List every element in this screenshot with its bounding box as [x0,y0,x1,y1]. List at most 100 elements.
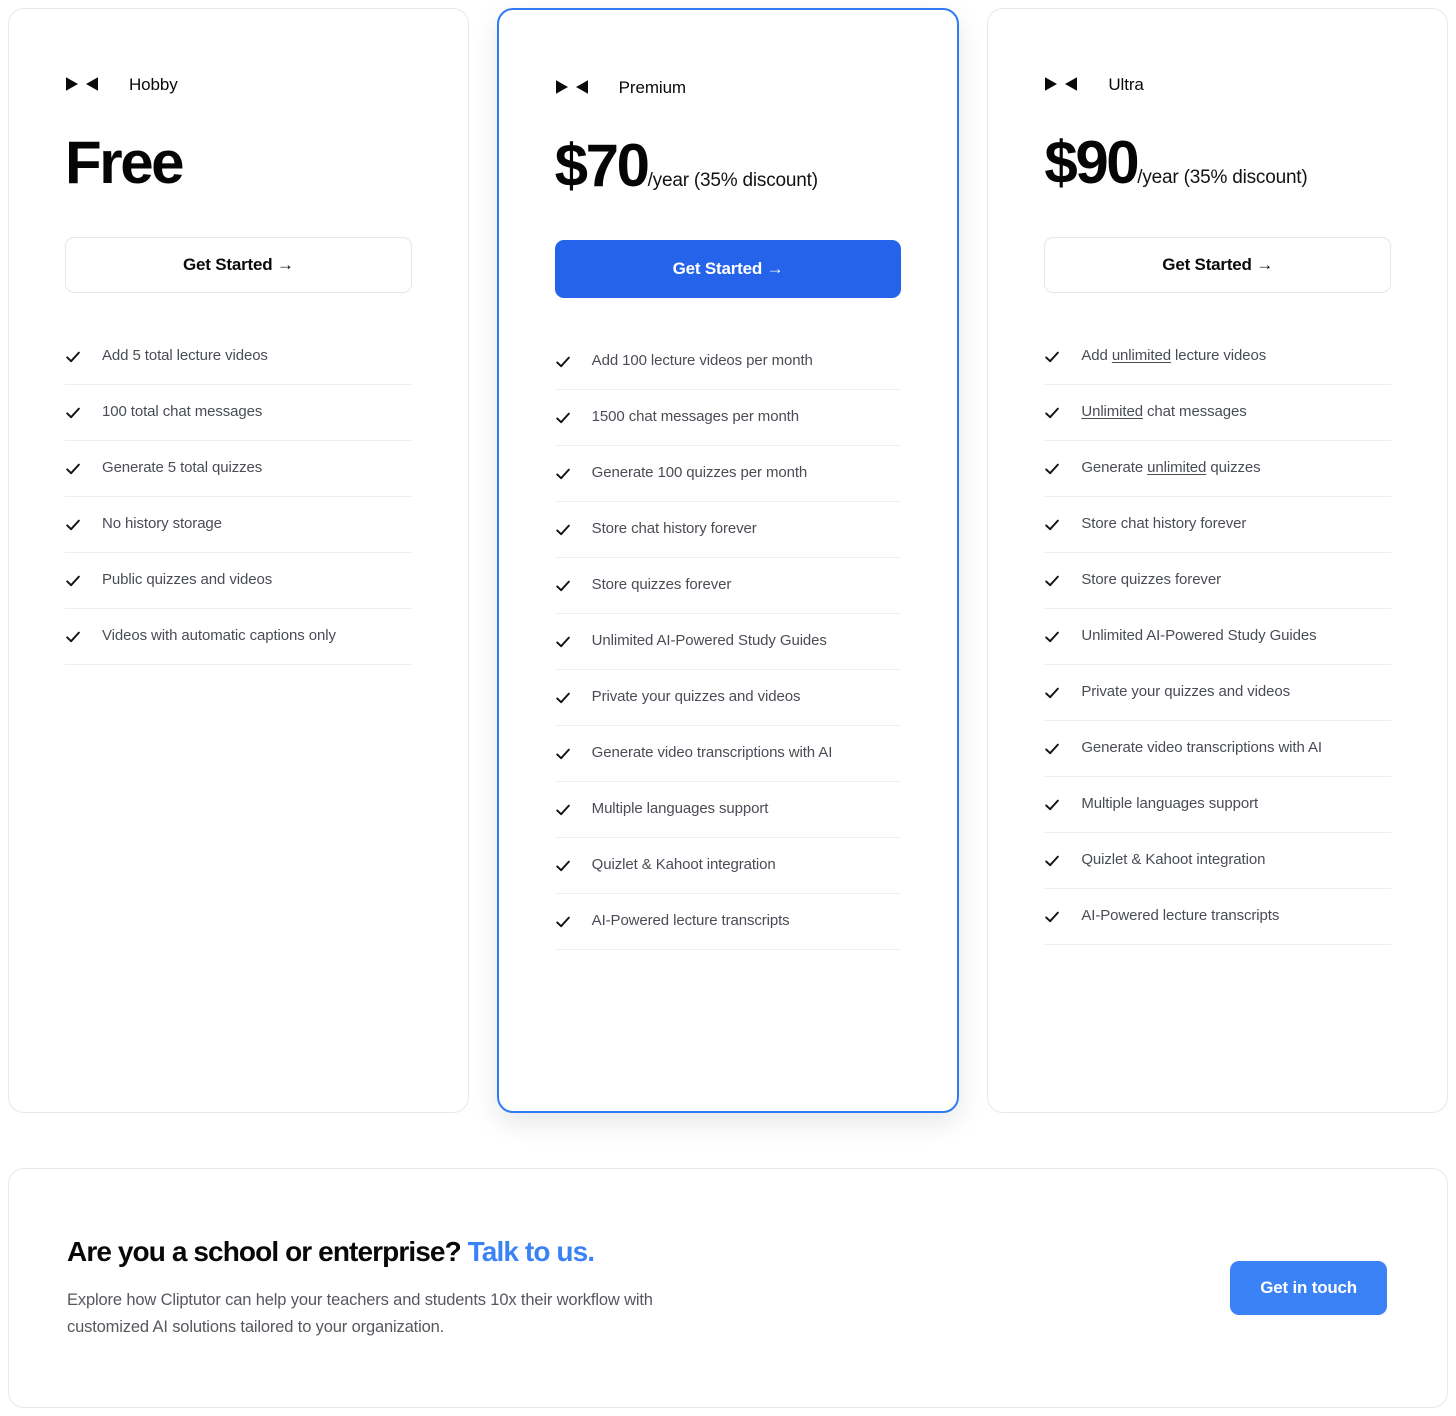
plan-price-amount: $90 [1044,129,1139,196]
feature-item: Generate unlimited quizzes [1044,441,1392,497]
plan-price-period: /year (35% discount) [647,170,818,191]
feature-label: Store chat history forever [591,520,757,538]
feature-label: Add 5 total lecture videos [102,347,268,365]
enterprise-subtitle: Explore how Cliptutor can help your teac… [67,1291,653,1336]
feature-label: Quizlet & Kahoot integration [1081,851,1266,869]
feature-item: Add 5 total lecture videos [65,329,412,385]
feature-item: Unlimited AI-Powered Study Guides [554,614,902,670]
plan-feature-list: Add 5 total lecture videos 100 total chat… [65,329,412,665]
check-icon [66,351,80,362]
get-started-button-premium[interactable]: Get Started → [554,240,902,298]
feature-item: Store chat history forever [1044,497,1392,553]
check-icon [66,463,80,474]
feature-item: Quizlet & Kahoot integration [1044,833,1392,889]
get-in-touch-button[interactable]: Get in touch [1230,1261,1387,1315]
feature-label: Multiple languages support [1081,795,1259,813]
feature-item: No history storage [65,497,412,553]
feature-item: AI-Powered lecture transcripts [554,894,902,950]
feature-item: Multiple languages support [554,782,902,838]
check-icon [1045,575,1060,586]
plan-feature-list: Add unlimited lecture videos Unlimited ch… [1044,329,1392,945]
check-icon [555,468,570,479]
talk-to-us-link[interactable]: Talk to us. [468,1236,595,1267]
feature-label: Add 100 lecture videos per month [591,352,813,370]
feature-item: Generate 100 quizzes per month [554,446,902,502]
check-icon [66,519,80,530]
feature-label: Store chat history forever [1081,515,1247,533]
enterprise-title: Are you a school or enterprise? Talk to … [67,1235,667,1269]
enterprise-cta-card: Are you a school or enterprise? Talk to … [8,1168,1448,1408]
feature-label: Unlimited AI-Powered Study Guides [1081,627,1317,645]
plan-price-row: Free [65,133,412,199]
check-icon [66,575,80,586]
check-icon [555,916,570,927]
plan-name: Premium [618,77,686,97]
feature-item: Generate 5 total quizzes [65,441,412,497]
feature-label: Generate unlimited quizzes [1081,459,1261,477]
plan-price-row: $90/year (35% discount) [1044,133,1391,199]
check-icon [1045,911,1060,922]
feature-label: AI-Powered lecture transcripts [1081,907,1280,925]
plan-price-row: $70/year (35% discount) [555,136,902,202]
feature-label: Private your quizzes and videos [591,688,801,706]
pricing-plans-row: Hobby Free Get Started → Add 5 total lectur… [8,8,1449,1113]
plan-name: Hobby [129,74,178,94]
check-icon [66,407,80,418]
feature-label: Public quizzes and videos [102,571,273,589]
pricing-page: Hobby Free Get Started → Add 5 total lectur… [0,0,1456,1416]
play-rewind-icon [66,77,98,91]
get-started-button-hobby[interactable]: Get Started → [65,237,412,293]
check-icon [1045,351,1060,362]
check-icon [555,580,570,591]
feature-item: Private your quizzes and videos [1044,665,1392,721]
enterprise-title-text: Are you a school or enterprise? [67,1236,462,1268]
feature-item: Store chat history forever [554,502,902,558]
plan-name: Ultra [1108,74,1144,94]
feature-label: 1500 chat messages per month [591,408,799,426]
feature-item: Generate video transcriptions with AI [1044,721,1392,777]
feature-label: Private your quizzes and videos [1081,683,1291,701]
feature-label: Store quizzes forever [591,576,732,594]
feature-label: AI-Powered lecture transcripts [591,912,790,930]
check-icon [555,692,570,703]
play-rewind-icon [1045,77,1078,91]
feature-item: Multiple languages support [1044,777,1392,833]
feature-label: Generate video transcriptions with AI [1081,739,1322,757]
feature-item: Add 100 lecture videos per month [554,334,902,390]
plan-card-premium: Premium $70/year (35% discount) Get Starte… [496,8,960,1113]
check-icon [1045,687,1060,698]
feature-item: Quizlet & Kahoot integration [554,838,902,894]
feature-label: Generate video transcriptions with AI [591,744,833,762]
check-icon [555,524,570,535]
check-icon [555,412,570,423]
plan-header: Premium [555,74,902,100]
feature-label: Generate 100 quizzes per month [591,464,808,482]
feature-label: Add unlimited lecture videos [1081,347,1267,365]
plan-price-amount: Free [65,129,185,196]
feature-item: Private your quizzes and videos [554,670,902,726]
feature-item: Videos with automatic captions only [65,609,412,665]
plan-feature-list: Add 100 lecture videos per month 1500 cha… [554,334,902,950]
play-rewind-icon [555,80,588,94]
feature-item: Store quizzes forever [554,558,902,614]
enterprise-copy: Are you a school or enterprise? Talk to … [67,1235,667,1340]
plan-header: Ultra [1044,71,1391,97]
check-icon [1045,743,1060,754]
feature-item: Generate video transcriptions with AI [554,726,902,782]
feature-label: Multiple languages support [591,800,769,818]
check-icon [1045,519,1060,530]
check-icon [66,631,80,642]
feature-item: 1500 chat messages per month [554,390,902,446]
feature-label: Store quizzes forever [1081,571,1221,589]
check-icon [555,804,570,815]
check-icon [555,636,570,647]
plan-header: Hobby [65,71,412,97]
check-icon [1045,799,1060,810]
feature-item: Store quizzes forever [1044,553,1392,609]
feature-item: Add unlimited lecture videos [1044,329,1392,385]
feature-item: 100 total chat messages [65,385,412,441]
check-icon [555,356,570,367]
feature-item: Unlimited AI-Powered Study Guides [1044,609,1392,665]
feature-label: Unlimited AI-Powered Study Guides [591,632,827,650]
get-started-button-ultra[interactable]: Get Started → [1044,237,1392,293]
